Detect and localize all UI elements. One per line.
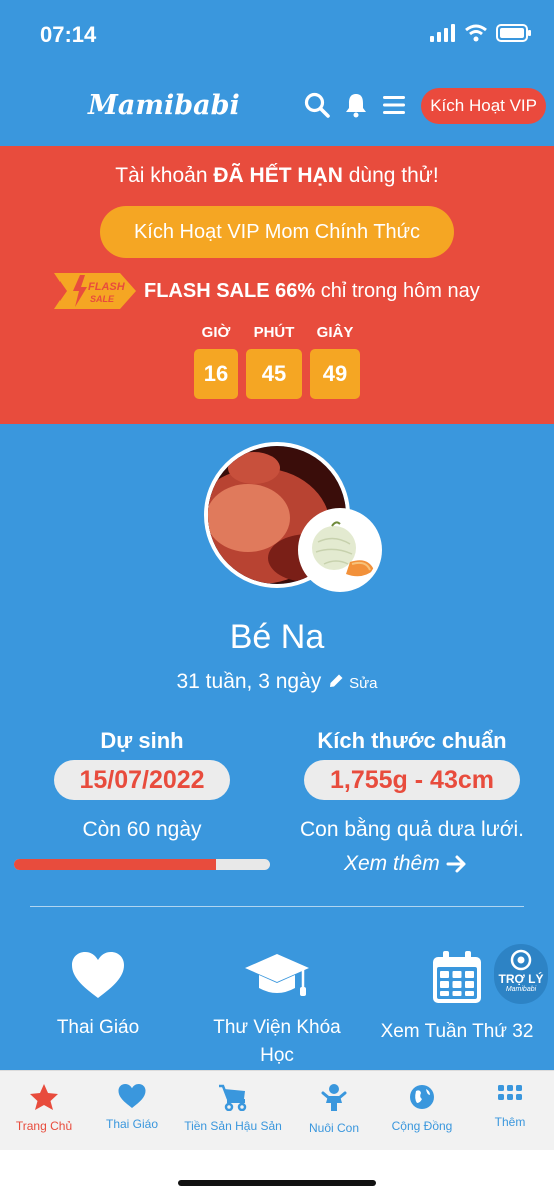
home-indicator [178,1180,376,1186]
see-more-label: Xem thêm [344,852,440,875]
baby-name: Bé Na [229,618,325,656]
gestational-age: 31 tuần, 3 ngày [176,670,322,693]
expired-prefix: Tài khoản [115,164,208,187]
status-bar: 07:14 [0,0,554,68]
menu-icon[interactable] [382,94,406,116]
tab-prenatal-postnatal-label: Tiền Sản Hậu Sản [184,1119,282,1133]
countdown-seconds: GIÂY 49 [310,324,360,399]
section-divider [30,906,524,907]
size-comparison: Con bằng quả dưa lưới. [299,818,525,841]
activate-vip-button[interactable]: Kích Hoạt VIP [421,88,546,124]
pencil-icon [330,674,343,687]
signal-icon [430,24,455,42]
calendar-icon [433,951,481,1003]
days-remaining: Còn 60 ngày [82,818,202,841]
heart-icon [118,1084,146,1108]
countdown-seconds-value: 49 [310,349,360,399]
search-icon[interactable] [304,92,330,118]
countdown-hours: GIỜ 16 [194,324,238,399]
feature-thai-giao-label: Thai Giáo [56,1017,140,1038]
heart-icon [72,952,124,998]
tab-more-label: Thêm [494,1115,526,1129]
grid-icon [498,1085,522,1100]
see-more-link[interactable]: Xem thêm [344,852,468,876]
flash-sale-suffix: chỉ trong hôm nay [320,279,480,302]
pregnancy-progress-fill [14,859,217,870]
bell-icon[interactable] [344,92,368,118]
assistant-label: TRỢ LÝ [498,972,544,986]
tab-community[interactable]: Cộng Đồng [378,1071,466,1151]
flash-badge-line2: SALE [90,294,115,304]
app-header: Mamibabi Kích Hoạt VIP [0,68,554,146]
tab-home[interactable]: Trang Chủ [0,1071,88,1151]
countdown-minutes-value: 45 [246,349,302,399]
flash-sale-text: FLASH SALE 66% chỉ trong hôm nay [144,280,480,303]
countdown-hours-value: 16 [194,349,238,399]
expired-emphasis: ĐÃ HẾT HẠN [213,164,343,187]
standard-size-value: 1,755g - 43cm [304,760,520,800]
assistant-button[interactable]: TRỢ LÝ Mamibabi [494,944,548,1004]
stroller-icon [219,1084,247,1111]
graduation-cap-icon [245,954,309,996]
feature-course-library[interactable]: Thư Viện Khóa Học [204,950,350,1070]
feature-course-library-label: Thư Viện Khóa Học [213,1017,341,1066]
feature-thai-giao[interactable]: Thai Giáo [30,950,166,1042]
pregnancy-progress-bar [14,859,270,870]
globe-icon [410,1085,434,1109]
app-logo: Mamibabi [88,90,240,121]
baby-profile-section: Bé Na 31 tuần, 3 ngày Sửa Dự sinh 15/07/… [0,424,554,1070]
tab-thai-giao[interactable]: Thai Giáo [88,1071,176,1151]
melon-icon [298,508,382,592]
promo-banner: Tài khoản ĐÃ HẾT HẠN dùng thử! Kích Hoạt… [0,146,554,424]
wifi-icon [465,24,487,42]
bottom-tab-bar: Trang Chủ Thai Giáo Tiền Sản Hậu Sản Nuô… [0,1070,554,1150]
trial-expired-message: Tài khoản ĐÃ HẾT HẠN dùng thử! [0,164,554,188]
countdown-minutes: PHÚT 45 [246,324,302,399]
countdown-seconds-label: GIÂY [316,324,354,341]
flash-sale-percent: FLASH SALE 66% [144,279,316,302]
feature-week-32-label: Xem Tuần Thứ 32 [380,1021,534,1042]
activate-vip-mom-button[interactable]: Kích Hoạt VIP Mom Chính Thức [100,206,454,258]
battery-icon [496,24,531,42]
gestational-age-row: 31 tuần, 3 ngày Sửa [0,670,554,694]
tab-home-label: Trang Chủ [15,1119,73,1133]
due-date-value: 15/07/2022 [54,760,230,800]
edit-label: Sửa [349,675,378,692]
expired-suffix: dùng thử! [348,164,439,187]
tab-parenting[interactable]: Nuôi Con [290,1071,378,1151]
system-icons [430,24,532,42]
star-icon [30,1084,58,1110]
arrow-right-icon [446,855,466,873]
tab-community-label: Cộng Đồng [391,1119,453,1133]
due-date-title: Dự sinh [100,728,184,753]
assistant-icon [510,949,532,971]
countdown-minutes-label: PHÚT [253,324,295,341]
countdown-hours-label: GIỜ [201,324,231,341]
edit-button[interactable]: Sửa [327,670,378,693]
tab-parenting-label: Nuôi Con [308,1121,360,1135]
flash-badge-line1: FLASH [88,281,126,293]
standard-size-title: Kích thước chuẩn [317,728,507,753]
tab-prenatal-postnatal[interactable]: Tiền Sản Hậu Sản [176,1071,290,1151]
assistant-brand: Mamibabi [505,986,537,993]
flash-sale-badge-icon: FLASH SALE [54,273,136,309]
tab-more[interactable]: Thêm [466,1071,554,1151]
flash-sale-row: FLASH SALE FLASH SALE 66% chỉ trong hôm … [54,273,480,309]
status-time: 07:14 [40,22,97,47]
tab-thai-giao-label: Thai Giáo [105,1117,159,1131]
baby-icon [321,1084,347,1111]
